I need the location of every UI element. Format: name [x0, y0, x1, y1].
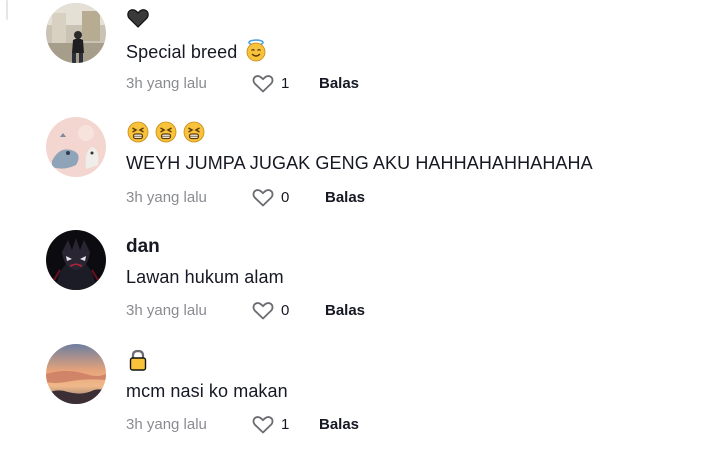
avatar[interactable]: [46, 230, 106, 290]
comment-text: WEYH JUMPA JUGAK GENG AKU HAHHAHAHHAHAHA: [126, 153, 593, 173]
reply-button[interactable]: Balas: [325, 189, 365, 206]
reply-button[interactable]: Balas: [319, 75, 359, 92]
heart-outline-icon: [252, 189, 274, 207]
reply-button[interactable]: Balas: [325, 302, 365, 319]
like-button[interactable]: 1: [251, 72, 291, 94]
comment-text: mcm nasi ko makan: [126, 381, 288, 401]
heart-outline-icon: [252, 302, 274, 320]
comment-header: [126, 5, 150, 31]
comment-header: dan: [126, 234, 160, 260]
like-count: 1: [281, 74, 290, 92]
smiling-face-with-halo-icon: [244, 38, 268, 62]
comment-meta: 3h yang lalu 1 Balas: [126, 413, 359, 435]
like-count: 0: [281, 301, 290, 319]
comment-item: Special breed 3h yang lalu 1 Balas: [0, 0, 728, 114]
comment-item: dan Lawan hukum alam 3h yang lalu 0 Bala…: [0, 228, 728, 342]
lock-icon: [126, 348, 150, 372]
tired-face-icon: [126, 120, 150, 144]
avatar[interactable]: [46, 344, 106, 404]
comment-item: WEYH JUMPA JUGAK GENG AKU HAHHAHAHHAHAHA…: [0, 114, 728, 228]
like-button[interactable]: 1: [251, 413, 291, 435]
comment-header: [126, 119, 206, 145]
tired-face-icon: [182, 120, 206, 144]
comment-meta: 3h yang lalu 0 Balas: [126, 299, 365, 321]
comment-meta: 3h yang lalu 1 Balas: [126, 72, 359, 94]
comment-text: Lawan hukum alam: [126, 267, 284, 287]
timestamp: 3h yang lalu: [126, 301, 207, 319]
heart-outline-icon: [252, 416, 274, 434]
tired-face-icon: [154, 120, 178, 144]
username[interactable]: dan: [126, 236, 160, 258]
comment-text: Special breed: [126, 38, 268, 63]
like-count: 1: [281, 415, 290, 433]
timestamp: 3h yang lalu: [126, 74, 207, 92]
comment-header: [126, 347, 150, 373]
timestamp: 3h yang lalu: [126, 415, 207, 433]
like-button[interactable]: 0: [251, 299, 291, 321]
black-heart-icon: [126, 6, 150, 30]
like-count: 0: [281, 188, 290, 206]
heart-outline-icon: [252, 75, 274, 93]
reply-button[interactable]: Balas: [319, 416, 359, 433]
comment-item: mcm nasi ko makan 3h yang lalu 1 Balas: [0, 342, 728, 456]
avatar[interactable]: [46, 117, 106, 177]
timestamp: 3h yang lalu: [126, 188, 207, 206]
like-button[interactable]: 0: [251, 186, 291, 208]
avatar[interactable]: [46, 3, 106, 63]
comment-meta: 3h yang lalu 0 Balas: [126, 186, 365, 208]
